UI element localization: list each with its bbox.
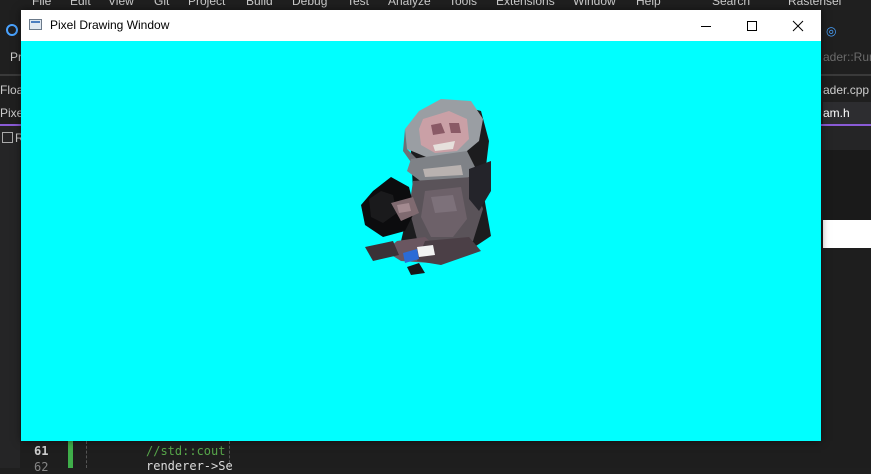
menu-edit[interactable]: Edit	[70, 0, 91, 8]
right-panel-white	[823, 220, 871, 248]
menu-project[interactable]: Project	[188, 0, 225, 8]
editor-side-rail	[0, 150, 20, 468]
maximize-button[interactable]	[729, 10, 775, 41]
right-panel	[823, 150, 871, 220]
line-number: 61	[34, 444, 49, 458]
window-title: Pixel Drawing Window	[50, 18, 170, 32]
tab-pixel[interactable]: Pixe	[0, 106, 23, 120]
search-box[interactable]: Search	[712, 0, 750, 8]
code-line[interactable]: renderer->Se	[146, 459, 233, 473]
change-marker	[68, 441, 73, 468]
pixel-canvas[interactable]	[21, 41, 821, 441]
menu-git[interactable]: Git	[154, 0, 169, 8]
close-button[interactable]	[775, 10, 821, 41]
rendered-model	[361, 99, 491, 275]
menu-view[interactable]: View	[108, 0, 134, 8]
pixel-drawing-window[interactable]: Pixel Drawing Window	[21, 10, 821, 441]
code-comment[interactable]: //std::cout	[146, 444, 225, 458]
menu-extensions[interactable]: Extensions	[496, 0, 555, 8]
solution-name: Rasterisei	[788, 0, 842, 8]
character-model	[361, 99, 491, 275]
debug-icon[interactable]: ◎	[826, 24, 836, 38]
minimize-button[interactable]	[683, 10, 729, 41]
menu-window[interactable]: Window	[573, 0, 616, 8]
ide-menu-bar: File Edit View Git Project Build Debug T…	[0, 0, 871, 10]
menu-build[interactable]: Build	[246, 0, 273, 8]
close-icon	[792, 20, 804, 31]
nav-back-icon[interactable]	[6, 24, 18, 36]
tab-shader-cpp[interactable]: ader.cpp	[823, 83, 869, 97]
menu-help[interactable]: Help	[636, 0, 661, 8]
menu-file[interactable]: File	[32, 0, 51, 8]
toolbar-right-text: ader::Run	[823, 50, 871, 64]
menu-test[interactable]: Test	[347, 0, 369, 8]
menu-tools[interactable]: Tools	[449, 0, 477, 8]
menu-debug[interactable]: Debug	[292, 0, 327, 8]
maximize-icon	[747, 20, 757, 31]
app-window-icon	[29, 19, 42, 30]
line-number: 62	[34, 460, 49, 474]
window-titlebar[interactable]: Pixel Drawing Window	[21, 10, 821, 41]
tab-cam-h[interactable]: am.h	[823, 106, 850, 120]
file-icon	[2, 132, 13, 143]
menu-analyze[interactable]: Analyze	[388, 0, 431, 8]
minimize-icon	[701, 25, 711, 27]
